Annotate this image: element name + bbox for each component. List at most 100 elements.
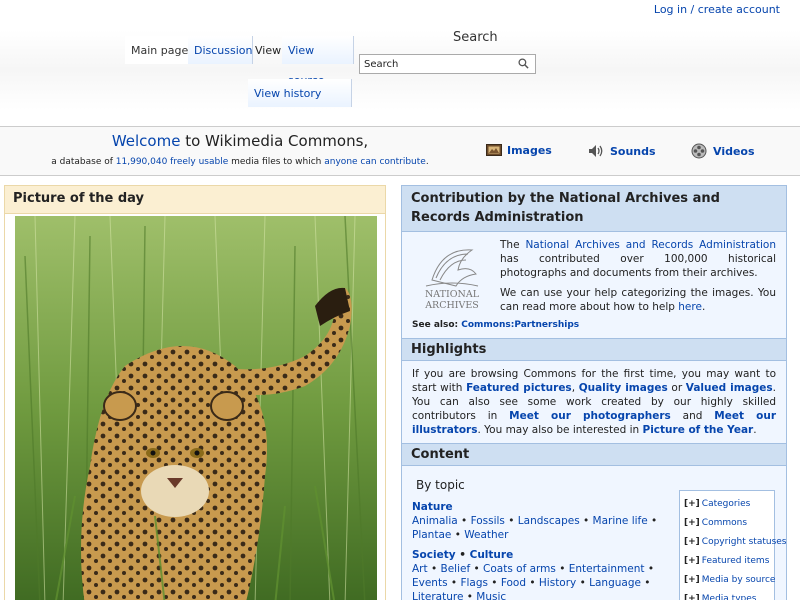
toc-item[interactable]: [+] Media types (684, 590, 770, 600)
file-count-link[interactable]: 11,990,040 freely usable (116, 157, 228, 167)
society-topic-link[interactable]: Events (412, 577, 448, 589)
toc-link[interactable]: Featured items (702, 556, 770, 566)
separator: • (647, 515, 658, 527)
toc-item[interactable]: [+] Copyright statuses (684, 533, 786, 552)
tab-main-page[interactable]: Main page (125, 36, 196, 64)
search-input[interactable] (360, 58, 510, 70)
tab-main-page-label: Main page (131, 44, 189, 57)
expand-toggle[interactable]: [+] (684, 499, 700, 509)
highlights-text: . You may also be interested in (477, 424, 643, 436)
highlights-body: If you are browsing Commons for the firs… (402, 361, 786, 443)
magnifier-icon[interactable] (518, 58, 529, 69)
quality-images-link[interactable]: Quality images (579, 382, 668, 394)
personal-tools: Log in / create account (654, 3, 780, 16)
culture-link[interactable]: Culture (470, 549, 514, 561)
content-body: By topic Nature Animalia • Fossils • Lan… (402, 466, 786, 600)
search-heading: Search (453, 30, 498, 45)
toc-link[interactable]: Commons (702, 518, 747, 528)
videos-link[interactable]: Videos (690, 143, 755, 159)
toc-item[interactable]: [+] Featured items (684, 552, 770, 571)
picture-of-the-year-link[interactable]: Picture of the Year (643, 424, 754, 436)
toc-link[interactable]: Copyright statuses (702, 537, 786, 547)
society-topic-link[interactable]: Flags (460, 577, 488, 589)
toc-link[interactable]: Media by source (702, 575, 776, 585)
society-topic-link[interactable]: Language (589, 577, 641, 589)
logo-text-national: NATIONAL (425, 289, 480, 300)
tab-view-source[interactable]: View source (282, 36, 354, 87)
separator: • (447, 577, 461, 589)
sounds-link[interactable]: Sounds (587, 143, 656, 159)
highlights-heading: Highlights (402, 338, 786, 361)
nature-topic-link[interactable]: Landscapes (518, 515, 580, 527)
highlights-text: or (667, 382, 686, 394)
subtitle-mid: media files to which (228, 157, 325, 167)
society-link[interactable]: Society (412, 549, 456, 561)
nature-topic-link[interactable]: Plantae (412, 529, 451, 541)
expand-toggle[interactable]: [+] (684, 537, 700, 547)
toc-item[interactable]: [+] Categories (684, 495, 770, 514)
nature-topic-list: Animalia • Fossils • Landscapes • Marine… (412, 514, 674, 542)
login-link[interactable]: Log in / create account (654, 3, 780, 16)
separator: • (644, 563, 655, 575)
meet-photographers-link[interactable]: Meet our photographers (509, 410, 671, 422)
featured-pictures-link[interactable]: Featured pictures (466, 382, 572, 394)
partnerships-link[interactable]: Commons:Partnerships (461, 320, 579, 330)
potd-image[interactable] (15, 216, 377, 600)
expand-toggle[interactable]: [+] (684, 518, 700, 528)
toc-link[interactable]: Categories (702, 499, 751, 509)
tab-discussion[interactable]: Discussion (188, 36, 253, 64)
contribution-heading: Contribution by the National Archives an… (402, 186, 786, 232)
society-topic-link[interactable]: Literature (412, 591, 463, 600)
sounds-label: Sounds (610, 144, 656, 158)
picture-of-the-day-panel: Picture of the day (4, 185, 386, 600)
highlights-text: . (753, 424, 757, 436)
society-topic-link[interactable]: Music (476, 591, 506, 600)
society-topic-link[interactable]: Entertainment (569, 563, 645, 575)
nature-topic-link[interactable]: Fossils (471, 515, 505, 527)
toc-item[interactable]: [+] Commons (684, 514, 770, 533)
nature-topic-link[interactable]: Weather (464, 529, 508, 541)
tab-view-label: View (255, 44, 282, 57)
welcome-link[interactable]: Welcome (112, 132, 181, 150)
tab-view-history-label: View history (254, 87, 322, 100)
society-topic-list: Art • Belief • Coats of arms • Entertain… (412, 562, 674, 600)
images-label: Images (507, 143, 552, 157)
valued-images-link[interactable]: Valued images (686, 382, 773, 394)
videos-icon (691, 143, 707, 159)
separator: • (463, 591, 477, 600)
expand-toggle[interactable]: [+] (684, 575, 700, 585)
toc-item[interactable]: [+] Media by source (684, 571, 775, 590)
society-topic-link[interactable]: Food (501, 577, 526, 589)
toc-link[interactable]: Media types (702, 594, 757, 600)
society-topic-link[interactable]: Belief (441, 563, 471, 575)
separator: • (640, 577, 651, 589)
separator: • (455, 549, 470, 561)
see-also: See also: Commons:Partnerships (412, 316, 776, 332)
nature-link[interactable]: Nature (412, 501, 453, 513)
nara-link[interactable]: National Archives and Records Administra… (525, 239, 776, 251)
videos-label: Videos (713, 144, 755, 158)
expand-toggle[interactable]: [+] (684, 594, 700, 600)
images-icon (486, 144, 502, 156)
help-here-link[interactable]: here (678, 301, 702, 313)
subtitle-prefix: a database of (51, 157, 116, 167)
images-link[interactable]: Images (486, 143, 552, 157)
society-topic-link[interactable]: Coats of arms (483, 563, 556, 575)
right-column: Contribution by the National Archives an… (401, 185, 787, 600)
expand-toggle[interactable]: [+] (684, 556, 700, 566)
search-box (359, 54, 536, 74)
society-topic-link[interactable]: Art (412, 563, 428, 575)
society-topic-link[interactable]: History (539, 577, 576, 589)
national-archives-logo[interactable]: NATIONAL ARCHIVES (412, 240, 492, 312)
leopard-photo (15, 216, 377, 600)
separator: • (526, 577, 539, 589)
nature-topic-link[interactable]: Animalia (412, 515, 458, 527)
contribute-link[interactable]: anyone can contribute (324, 157, 426, 167)
separator: • (504, 515, 518, 527)
separator: • (487, 577, 501, 589)
separator: • (579, 515, 593, 527)
separator: • (555, 563, 569, 575)
nature-topic-link[interactable]: Marine life (593, 515, 648, 527)
tab-view-history[interactable]: View history (248, 79, 352, 107)
separator: • (427, 563, 441, 575)
